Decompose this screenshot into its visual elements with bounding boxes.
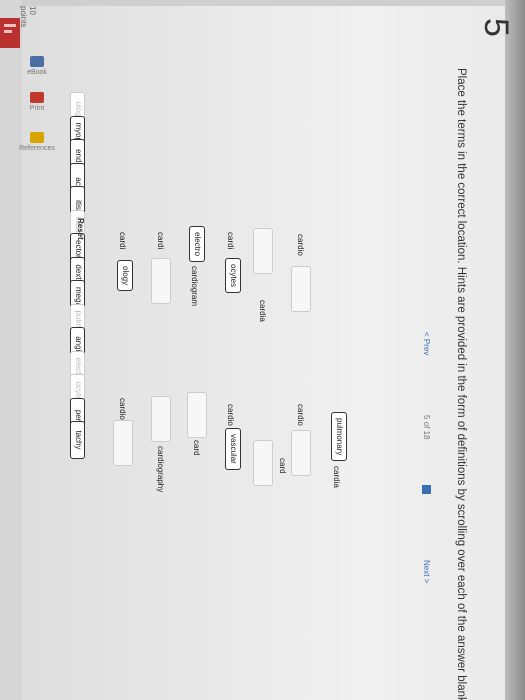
answer-blank[interactable] xyxy=(151,258,171,304)
answer-label: cardio xyxy=(296,404,305,426)
instructions-text: Place the terms in the correct location.… xyxy=(455,68,467,700)
next-button[interactable]: Next > xyxy=(422,560,431,583)
answer-label: card xyxy=(192,440,201,456)
references-icon xyxy=(30,132,44,143)
page-of: of xyxy=(422,421,431,429)
answer-filled[interactable]: ocytes xyxy=(225,258,241,294)
term-tachy[interactable]: tachy xyxy=(70,421,85,459)
points-label: 10 points xyxy=(19,6,37,28)
answer-label: cardia xyxy=(332,466,341,488)
print-icon xyxy=(30,92,44,103)
answer-filled[interactable]: electro xyxy=(189,226,205,263)
page-total: 18 xyxy=(422,430,431,440)
answer-label: cardi xyxy=(118,232,127,250)
answer-blank[interactable] xyxy=(151,396,171,442)
answer-filled[interactable]: pulmonary xyxy=(331,412,347,462)
ebook-nav[interactable]: eBook xyxy=(7,56,67,76)
answer-filled[interactable]: vascular xyxy=(225,428,241,470)
answer-label: cardiogram xyxy=(190,266,199,307)
answer-label: cardiography xyxy=(156,446,165,493)
answer-label: cardia xyxy=(258,300,267,322)
answer-blank[interactable] xyxy=(113,420,133,466)
prev-button[interactable]: < Prev xyxy=(422,332,431,355)
next-label: Next xyxy=(422,560,431,577)
screen: 5 10 points eBook Print References Place … xyxy=(0,0,525,700)
print-nav[interactable]: Print xyxy=(7,92,67,112)
answer-filled[interactable]: ology xyxy=(117,260,133,292)
answer-blank[interactable] xyxy=(253,228,273,274)
answer-label: card xyxy=(278,458,287,474)
ebook-icon xyxy=(30,56,44,67)
question-number: 5 xyxy=(477,18,515,37)
references-label: References xyxy=(19,145,55,152)
grid-icon[interactable] xyxy=(422,485,431,494)
references-nav[interactable]: References xyxy=(7,132,67,152)
prev-label: Prev xyxy=(422,338,431,356)
answer-blank[interactable] xyxy=(291,266,311,312)
page-indicator: 5 of 18 xyxy=(422,415,431,440)
ebook-label: eBook xyxy=(27,69,47,76)
answer-label: cardi xyxy=(226,232,235,250)
print-label: Print xyxy=(29,105,45,112)
question-panel: 5 10 points eBook Print References Place … xyxy=(0,0,525,700)
answer-label: cardio xyxy=(118,398,127,420)
page-current: 5 xyxy=(422,415,431,420)
answer-label: cardi xyxy=(156,232,165,250)
answer-blank[interactable] xyxy=(187,392,207,438)
answer-label: cardio xyxy=(296,234,305,256)
answer-blank[interactable] xyxy=(291,430,311,476)
reset-button[interactable]: Reset xyxy=(76,218,85,240)
answer-blank[interactable] xyxy=(253,440,273,486)
answer-label: cardio xyxy=(226,404,235,426)
